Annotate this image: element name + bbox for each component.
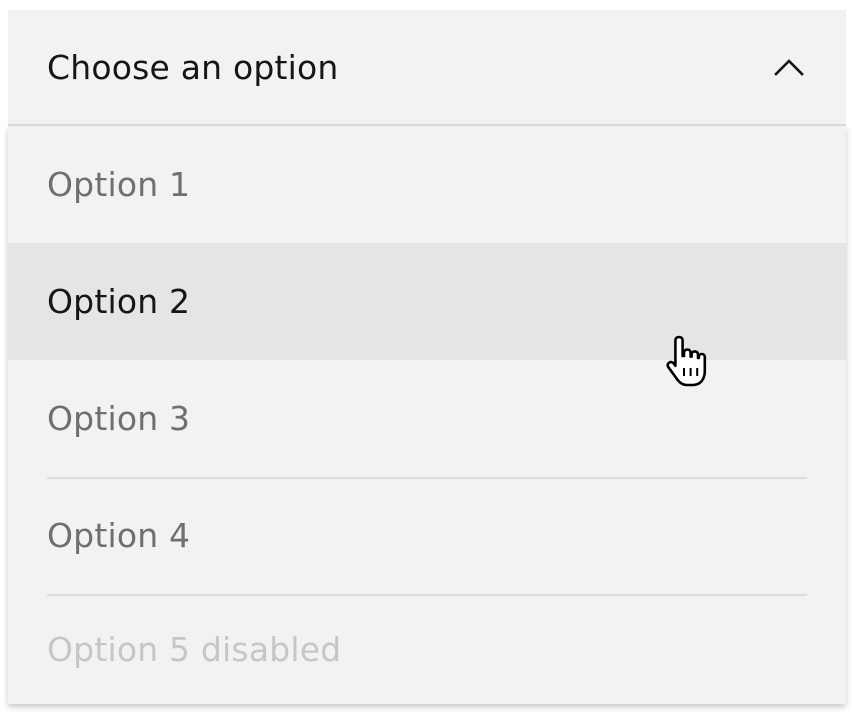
- dropdown-trigger[interactable]: Choose an option: [8, 10, 846, 126]
- dropdown-option-3[interactable]: Option 3: [8, 360, 846, 477]
- option-label: Option 5 disabled: [47, 629, 342, 669]
- option-label: Option 3: [47, 399, 191, 438]
- dropdown-option-2[interactable]: Option 2: [8, 243, 846, 360]
- dropdown-option-1[interactable]: Option 1: [8, 126, 846, 243]
- dropdown-option-4[interactable]: Option 4: [8, 477, 846, 594]
- dropdown-menu: Option 1 Option 2 Option 3 Option 4 Opti…: [8, 126, 846, 704]
- option-divider: [47, 594, 807, 596]
- option-divider: [47, 477, 807, 479]
- option-label: Option 4: [47, 516, 191, 555]
- dropdown: Choose an option Option 1 Option 2 Optio…: [8, 10, 846, 704]
- dropdown-placeholder: Choose an option: [47, 47, 339, 87]
- chevron-up-icon[interactable]: [774, 58, 804, 76]
- option-label: Option 2: [47, 282, 191, 321]
- dropdown-option-5: Option 5 disabled: [8, 594, 846, 704]
- option-label: Option 1: [47, 165, 191, 204]
